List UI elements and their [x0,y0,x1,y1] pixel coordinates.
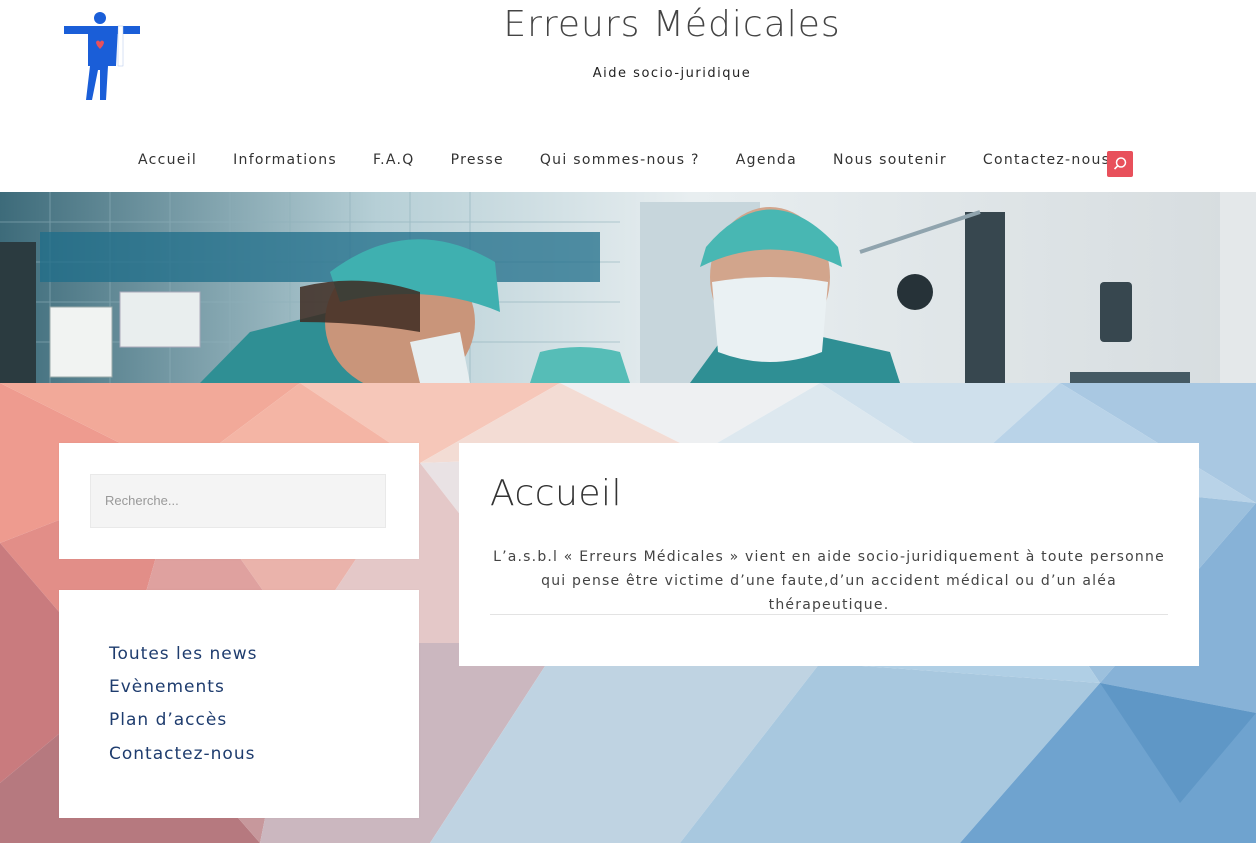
content-divider [490,614,1168,615]
search-button[interactable] [1107,151,1133,177]
search-icon [1113,157,1127,170]
hero-image [0,192,1256,383]
main-navigation: Accueil Informations F.A.Q Presse Qui so… [120,152,1128,168]
sidebar-link-evenements[interactable]: Evènements [109,677,225,697]
site-title[interactable]: Erreurs Médicales [0,4,1256,45]
nav-item-nous-soutenir[interactable]: Nous soutenir [833,152,947,168]
site-tagline: Aide socio-juridique [592,66,752,81]
nav-item-agenda[interactable]: Agenda [736,152,797,168]
site-header: Erreurs Médicales Aide socio-juridique A… [0,0,1256,192]
nav-item-accueil[interactable]: Accueil [138,152,197,168]
sidebar-search-widget: Recherche... [59,443,419,559]
page-title: Accueil [490,473,623,514]
main-content-card: Accueil L’a.s.b.l « Erreurs Médicales » … [459,443,1199,666]
sidebar-links-widget: Toutes les news Evènements Plan d’accès … [59,590,419,818]
sidebar-search-input[interactable]: Recherche... [90,474,386,528]
nav-item-informations[interactable]: Informations [233,152,337,168]
nav-item-presse[interactable]: Presse [451,152,504,168]
nav-item-contactez-nous[interactable]: Contactez-nous [983,152,1110,168]
sidebar-link-contactez-nous[interactable]: Contactez-nous [109,744,255,764]
page: Erreurs Médicales Aide socio-juridique A… [0,0,1256,843]
nav-item-qui-sommes-nous[interactable]: Qui sommes-nous ? [540,152,700,168]
sidebar-link-plan-acces[interactable]: Plan d’accès [109,710,227,730]
page-intro-text: L’a.s.b.l « Erreurs Médicales » vient en… [493,549,1165,613]
sidebar-link-toutes-les-news[interactable]: Toutes les news [109,644,258,664]
nav-item-faq[interactable]: F.A.Q [373,152,415,168]
